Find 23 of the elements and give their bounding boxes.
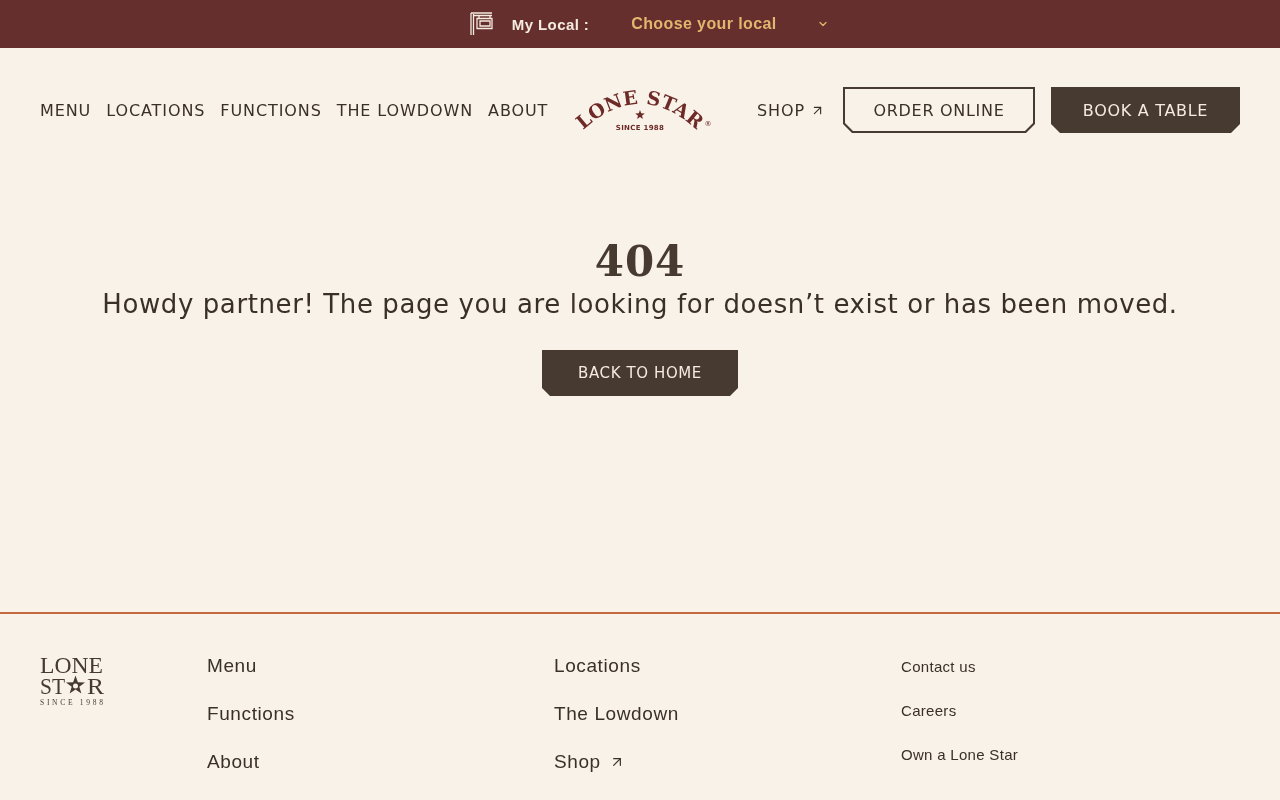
shop-link[interactable]: SHOP <box>756 100 825 120</box>
footer-link[interactable]: Shop <box>554 750 625 774</box>
order-online-button[interactable]: ORDER ONLINE <box>843 87 1035 133</box>
book-table-button[interactable]: BOOK A TABLE <box>1051 87 1240 133</box>
nav-link[interactable]: THE LOWDOWN <box>336 100 474 120</box>
back-to-home-button[interactable]: BACK TO HOME <box>542 350 738 396</box>
local-select[interactable]: Choose your local <box>631 15 830 33</box>
error-code: 404 <box>594 238 686 286</box>
footer-link[interactable]: Locations <box>554 654 641 678</box>
footer-link[interactable]: Menu <box>207 654 257 678</box>
my-local-label: My Local : <box>511 15 590 33</box>
footer-link[interactable]: Contact us <box>901 656 976 678</box>
nav-link[interactable]: MENU <box>40 100 92 120</box>
nav-link[interactable]: FUNCTIONS <box>220 100 322 120</box>
nav-link[interactable]: LOCATIONS <box>106 100 206 120</box>
footer-link[interactable]: The Lowdown <box>554 702 679 726</box>
footer-link[interactable]: About <box>207 750 260 774</box>
nav-link[interactable]: ABOUT <box>488 100 549 120</box>
footer-link[interactable]: Functions <box>207 702 295 726</box>
error-message: Howdy partner! The page you are looking for doesn’t exist or has been moved. <box>102 288 1178 321</box>
footer-link[interactable]: Own a Lone Star <box>901 744 1019 766</box>
hanging-sign-icon <box>468 12 493 36</box>
footer-link[interactable]: Careers <box>901 700 957 722</box>
